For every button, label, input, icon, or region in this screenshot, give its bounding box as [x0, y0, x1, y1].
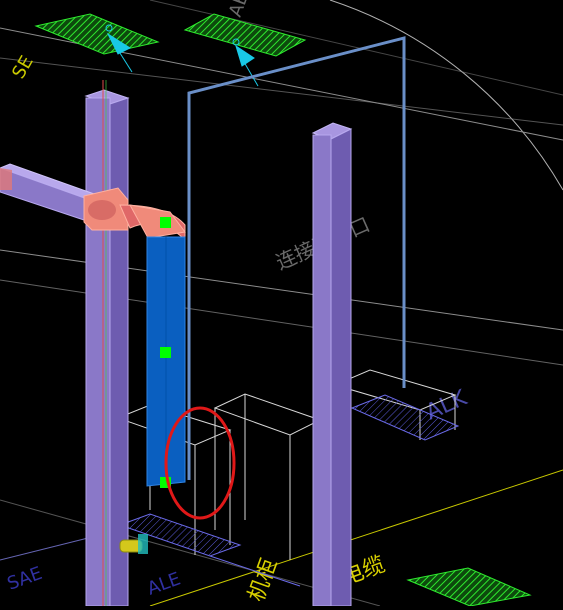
- svg-text:SE: SE: [8, 52, 38, 82]
- reference-gridlines: [0, 0, 563, 607]
- model-canvas[interactable]: SE AE 连接到管口 ALK SAE ALE 机柜 电缆: [0, 0, 563, 607]
- svg-text:ALE: ALE: [145, 568, 184, 599]
- upper-left-label: SE: [8, 52, 38, 82]
- cad-3d-viewport[interactable]: SE AE 连接到管口 ALK SAE ALE 机柜 电缆: [0, 0, 563, 607]
- svg-text:机柜: 机柜: [244, 555, 283, 605]
- svg-text:SAE: SAE: [5, 563, 45, 595]
- upper-center-label: AE: [225, 0, 253, 20]
- structural-column-right[interactable]: [311, 122, 353, 607]
- structural-column-left[interactable]: [84, 80, 130, 607]
- svg-text:AE: AE: [225, 0, 253, 20]
